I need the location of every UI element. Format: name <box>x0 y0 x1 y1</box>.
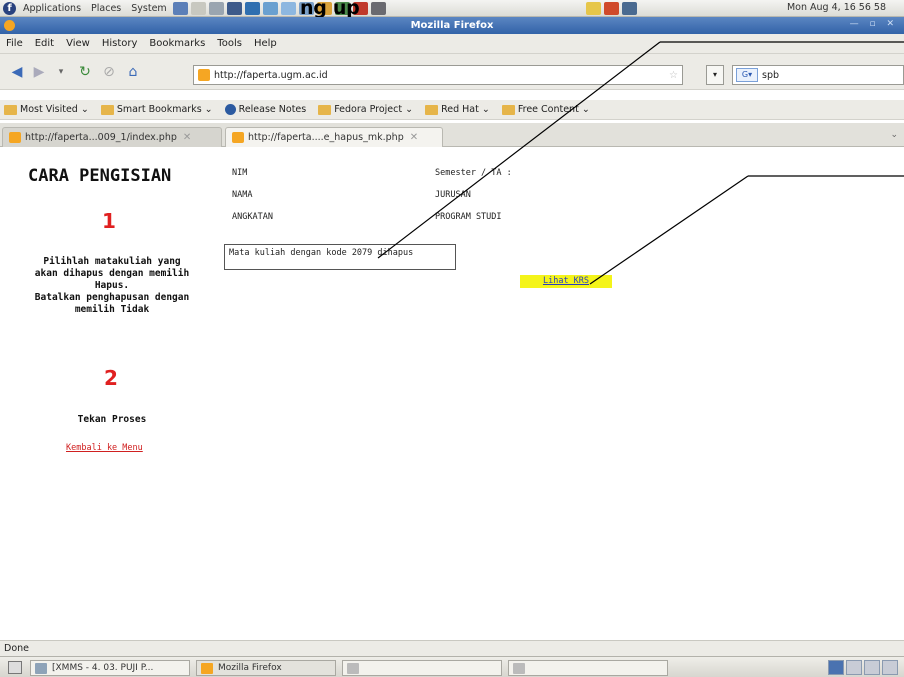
menu-tools[interactable]: Tools <box>211 38 248 49</box>
step-1-number: 1 <box>102 209 116 233</box>
applications-menu[interactable]: Applications <box>20 3 84 14</box>
launcher-icon[interactable] <box>370 1 386 15</box>
window-icon <box>513 662 525 674</box>
tab-list-icon[interactable]: ⌄ <box>890 130 898 140</box>
tab-hapus-mk[interactable]: http://faperta....e_hapus_mk.php ✕ <box>225 127 443 147</box>
window-icon <box>347 662 359 674</box>
tab-favicon-icon <box>9 132 21 143</box>
label-nim: NIM <box>232 168 248 178</box>
tab-favicon-icon <box>232 132 244 143</box>
delete-message-box: Mata kuliah dengan kode 2079 dihapus <box>224 244 456 270</box>
menu-help[interactable]: Help <box>248 38 283 49</box>
taskbar-firefox[interactable]: Mozilla Firefox <box>196 660 336 676</box>
back-to-menu-link[interactable]: Kembali ke Menu <box>66 443 143 453</box>
launcher-icon[interactable] <box>280 1 296 15</box>
bookmark-most-visited[interactable]: Most Visited ⌄ <box>4 104 89 115</box>
menu-bookmarks[interactable]: Bookmarks <box>143 38 211 49</box>
workspace-1[interactable] <box>828 660 844 675</box>
menu-file[interactable]: File <box>0 38 29 49</box>
update-applet-icon[interactable] <box>603 1 619 15</box>
launcher-icon[interactable] <box>172 1 188 15</box>
view-krs-link[interactable]: Lihat KRS <box>520 275 612 288</box>
url-dropdown-icon[interactable]: ▾ <box>706 65 724 85</box>
bottom-panel: [XMMS - 4. 03. PUJI P... Mozilla Firefox <box>0 656 904 677</box>
bookmarks-toolbar: Most Visited ⌄ Smart Bookmarks ⌄ Release… <box>0 100 904 120</box>
menu-edit[interactable]: Edit <box>29 38 60 49</box>
menu-history[interactable]: History <box>96 38 144 49</box>
fedora-icon <box>224 104 236 115</box>
fedora-logo-icon[interactable]: f <box>3 1 16 15</box>
workspace-4[interactable] <box>882 660 898 675</box>
label-program-studi: PROGRAM STUDI <box>435 212 502 222</box>
window-controls[interactable]: — ▫ ✕ <box>850 19 898 29</box>
url-text: http://faperta.ugm.ac.id <box>214 69 328 81</box>
bookmark-star-icon[interactable]: ☆ <box>669 70 678 81</box>
back-icon[interactable]: ◀ <box>8 64 26 80</box>
step-1-instructions: Pilihlah matakuliah yang akan dihapus de… <box>34 256 190 315</box>
folder-icon <box>100 104 114 115</box>
menu-view[interactable]: View <box>60 38 96 49</box>
system-menu[interactable]: System <box>128 3 169 14</box>
launcher-icon[interactable] <box>190 1 206 15</box>
tab-index[interactable]: http://faperta...009_1/index.php ✕ <box>2 127 222 147</box>
firefox-window-icon[interactable] <box>4 20 15 31</box>
reload-icon[interactable]: ↻ <box>76 64 94 80</box>
folder-icon <box>425 104 439 115</box>
forward-icon[interactable]: ▶ <box>30 64 48 80</box>
page-title: CARA PENGISIAN <box>28 166 172 186</box>
taskbar-empty-2[interactable] <box>508 660 668 676</box>
step-2-number: 2 <box>104 366 118 390</box>
launcher-icon[interactable] <box>244 1 260 15</box>
label-nama: NAMA <box>232 190 253 200</box>
close-tab-icon[interactable]: ✕ <box>410 132 418 143</box>
tab-label: http://faperta...009_1/index.php <box>25 132 177 143</box>
network-applet-icon[interactable] <box>621 1 637 15</box>
xmms-icon <box>35 662 47 674</box>
launcher-icon[interactable] <box>226 1 242 15</box>
navigation-toolbar: ◀ ▶ ▾ ↻ ⊘ ⌂ http://faperta.ugm.ac.id ☆ ▾… <box>0 54 904 90</box>
bookmark-red-hat[interactable]: Red Hat ⌄ <box>425 104 490 115</box>
launcher-icon[interactable] <box>262 1 278 15</box>
notes-applet-icon[interactable] <box>585 1 601 15</box>
window-titlebar[interactable]: Mozilla Firefox <box>0 17 904 34</box>
stop-icon[interactable]: ⊘ <box>100 64 118 80</box>
history-dropdown-icon[interactable]: ▾ <box>52 64 70 80</box>
label-semester: Semester / TA : <box>435 168 512 178</box>
workspace-2[interactable] <box>846 660 862 675</box>
search-input[interactable]: G▾ spb <box>732 65 904 85</box>
site-favicon-icon <box>198 69 210 81</box>
clock[interactable]: Mon Aug 4, 16 56 58 <box>787 2 886 13</box>
search-engine-icon[interactable]: G▾ <box>736 68 758 82</box>
taskbar-empty-1[interactable] <box>342 660 502 676</box>
url-input[interactable]: http://faperta.ugm.ac.id ☆ <box>193 65 683 85</box>
top-panel: f Applications Places System <box>0 0 904 17</box>
places-menu[interactable]: Places <box>88 3 124 14</box>
tab-label: http://faperta....e_hapus_mk.php <box>248 132 404 143</box>
search-text: spb <box>762 69 780 81</box>
folder-icon <box>318 104 332 115</box>
window-title: Mozilla Firefox <box>410 20 494 31</box>
show-desktop-icon[interactable] <box>8 661 22 674</box>
folder-icon <box>4 104 17 115</box>
bookmark-release-notes[interactable]: Release Notes <box>224 104 306 115</box>
label-jurusan: JURUSAN <box>435 190 471 200</box>
bookmark-fedora-project[interactable]: Fedora Project ⌄ <box>318 104 413 115</box>
bookmark-free-content[interactable]: Free Content ⌄ <box>501 104 590 115</box>
taskbar-xmms[interactable]: [XMMS - 4. 03. PUJI P... <box>30 660 190 676</box>
folder-icon <box>501 104 515 115</box>
step-2-instructions: Tekan Proses <box>77 414 147 425</box>
home-icon[interactable]: ⌂ <box>124 64 142 80</box>
workspace-3[interactable] <box>864 660 880 675</box>
launcher-icon[interactable] <box>208 1 224 15</box>
close-tab-icon[interactable]: ✕ <box>183 132 191 143</box>
firefox-icon <box>201 662 213 674</box>
tab-bar: http://faperta...009_1/index.php ✕ http:… <box>0 123 904 147</box>
bookmark-smart-bookmarks[interactable]: Smart Bookmarks ⌄ <box>100 104 213 115</box>
label-angkatan: ANGKATAN <box>232 212 273 222</box>
status-bar: Done <box>0 640 904 656</box>
menubar: File Edit View History Bookmarks Tools H… <box>0 34 904 54</box>
